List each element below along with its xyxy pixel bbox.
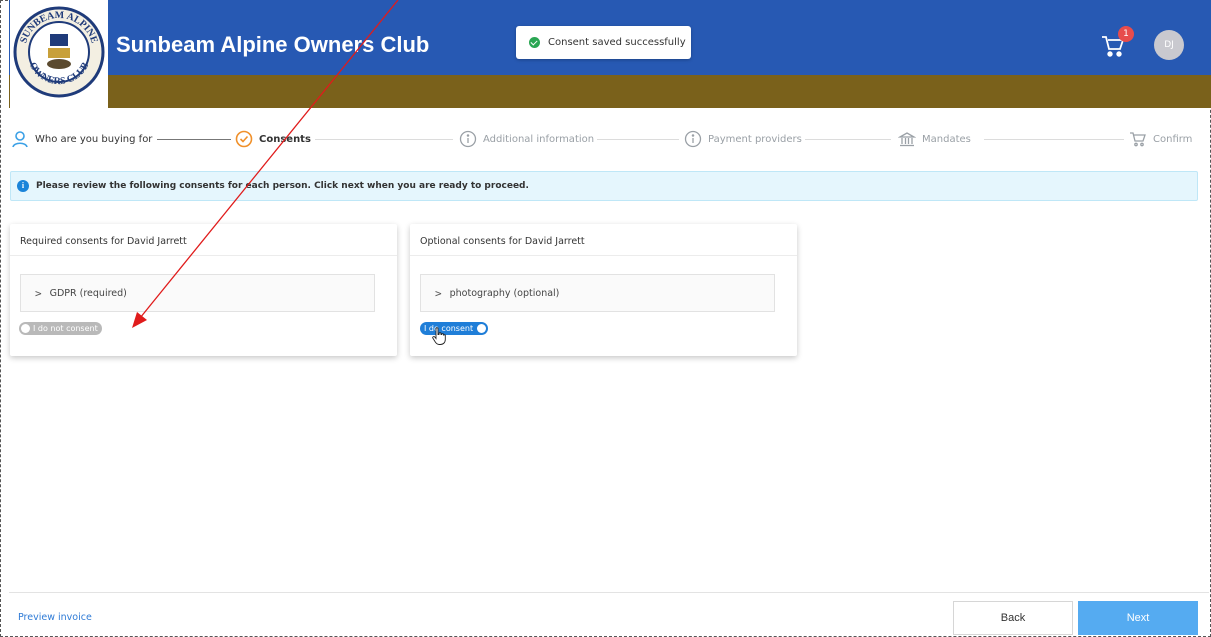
- check-circle-icon: [235, 130, 253, 148]
- bank-icon: [898, 132, 916, 147]
- toggle-knob: [21, 324, 30, 333]
- cart-count-badge: 1: [1118, 26, 1134, 42]
- step-consents[interactable]: Consents: [235, 128, 311, 150]
- cart-icon: [1130, 132, 1146, 147]
- step-connector: [315, 139, 453, 140]
- chevron-right-icon: >: [435, 286, 442, 300]
- footer-divider: [9, 592, 1209, 593]
- step-label: Mandates: [922, 133, 971, 145]
- next-button[interactable]: Next: [1078, 601, 1198, 635]
- user-icon: [12, 131, 28, 148]
- toggle-label: I do not consent: [33, 324, 98, 333]
- info-circle-icon: [684, 130, 702, 148]
- step-label: Payment providers: [708, 133, 802, 145]
- photography-expansion-panel[interactable]: > photography (optional): [420, 274, 775, 312]
- toggle-knob: [477, 324, 487, 333]
- step-connector: [597, 139, 679, 140]
- gdpr-expansion-panel[interactable]: > GDPR (required): [20, 274, 375, 312]
- info-banner-text: Please review the following consents for…: [36, 181, 529, 191]
- club-logo[interactable]: SUNBEAM ALPINE OWNERS CLUB: [10, 0, 108, 108]
- step-label: Consents: [259, 133, 311, 145]
- header-subbar: [9, 75, 1211, 108]
- club-title: Sunbeam Alpine Owners Club: [116, 32, 430, 57]
- step-additional-information[interactable]: Additional information: [459, 128, 594, 150]
- step-label: Additional information: [483, 133, 595, 145]
- step-label: Confirm: [1153, 133, 1193, 145]
- step-mandates[interactable]: Mandates: [898, 128, 971, 150]
- step-label: Who are you buying for: [35, 133, 153, 145]
- success-check-icon: [529, 37, 540, 48]
- consent-item-label: photography (optional): [449, 287, 560, 299]
- info-banner: i Please review the following consents f…: [10, 171, 1198, 201]
- preview-invoice-link[interactable]: Preview invoice: [18, 612, 92, 623]
- step-connector: [157, 139, 231, 140]
- gdpr-consent-toggle[interactable]: I do not consent: [19, 322, 102, 335]
- photography-consent-toggle[interactable]: I do consent: [420, 322, 489, 335]
- chevron-right-icon: >: [35, 286, 42, 300]
- user-avatar[interactable]: DJ: [1154, 30, 1184, 60]
- toast-message: Consent saved successfully: [548, 37, 686, 48]
- checkout-stepper: Who are you buying for Consents Addition…: [9, 128, 1209, 150]
- hand-cursor-icon: [432, 327, 446, 345]
- info-circle-icon: [459, 130, 477, 148]
- optional-consents-card: Optional consents for David Jarrett > ph…: [410, 224, 797, 356]
- card-title: Optional consents for David Jarrett: [410, 224, 797, 256]
- card-title: Required consents for David Jarrett: [10, 224, 397, 256]
- info-icon: i: [17, 180, 29, 192]
- toast-notification: Consent saved successfully: [516, 26, 691, 59]
- step-confirm[interactable]: Confirm: [1129, 128, 1192, 150]
- step-who-are-you-buying-for[interactable]: Who are you buying for: [11, 128, 152, 150]
- step-connector: [984, 139, 1124, 140]
- consent-item-label: GDPR (required): [49, 287, 127, 299]
- step-payment-providers[interactable]: Payment providers: [684, 128, 802, 150]
- step-connector: [805, 139, 891, 140]
- back-button[interactable]: Back: [953, 601, 1073, 635]
- required-consents-card: Required consents for David Jarrett > GD…: [10, 224, 397, 356]
